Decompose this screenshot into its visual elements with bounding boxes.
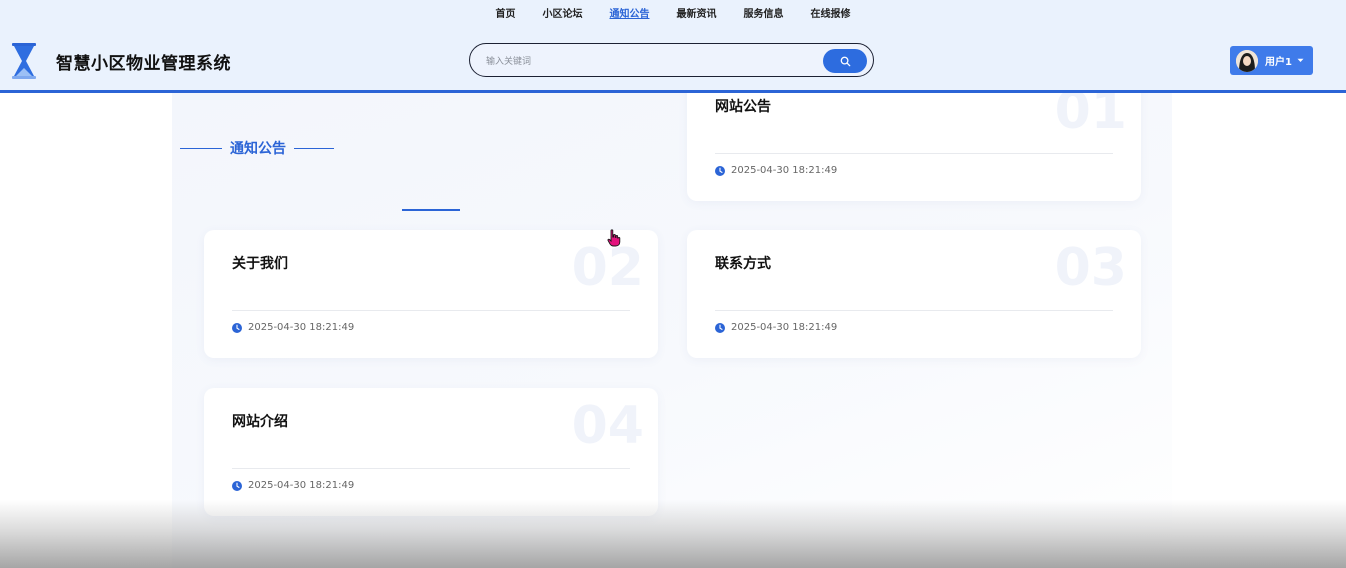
user-name-label: 用户1: [1265, 57, 1292, 68]
site-brand: 智慧小区物业管理系统: [56, 54, 231, 74]
search-bar: [469, 43, 874, 77]
card-divider: [232, 468, 630, 469]
nav-item-news[interactable]: 最新资讯: [677, 8, 717, 22]
top-nav: 首页 小区论坛 通知公告 最新资讯 服务信息 在线报修: [0, 8, 1346, 22]
chevron-down-icon: [1297, 58, 1304, 62]
page: 首页 小区论坛 通知公告 最新资讯 服务信息 在线报修 智慧小区物业管理系统 输…: [0, 0, 1346, 568]
card-title: 网站公告: [715, 99, 771, 115]
card-date: 2025-04-30 18:21:49: [715, 322, 837, 333]
title-line-left: [180, 147, 222, 149]
notice-card[interactable]: 04 网站介绍 2025-04-30 18:21:49: [204, 388, 658, 516]
card-divider: [715, 153, 1113, 154]
clock-icon: [232, 322, 242, 333]
nav-item-services[interactable]: 服务信息: [744, 8, 784, 22]
card-title: 关于我们: [232, 256, 288, 272]
card-title: 联系方式: [715, 256, 771, 272]
title-line-right: [294, 147, 334, 149]
card-divider: [232, 310, 630, 311]
section-title: 通知公告: [180, 137, 340, 159]
card-date-text: 2025-04-30 18:21:49: [248, 322, 355, 333]
section-title-text: 通知公告: [230, 141, 286, 157]
nav-item-notices[interactable]: 通知公告: [610, 8, 650, 22]
nav-item-home[interactable]: 首页: [496, 8, 516, 22]
tab-indicator: [402, 209, 460, 211]
card-date-text: 2025-04-30 18:21:49: [731, 322, 838, 333]
notice-card[interactable]: 03 联系方式 2025-04-30 18:21:49: [687, 230, 1141, 358]
card-date: 2025-04-30 18:21:49: [232, 322, 354, 333]
avatar: [1236, 49, 1258, 72]
search-icon: [840, 56, 850, 66]
card-number: 02: [571, 238, 644, 298]
card-number: 03: [1054, 238, 1127, 298]
hand-cursor-icon: [607, 229, 621, 247]
clock-icon: [715, 322, 725, 333]
card-title: 网站介绍: [232, 414, 288, 430]
nav-item-repair[interactable]: 在线报修: [811, 8, 851, 22]
user-menu-button[interactable]: 用户1: [1230, 46, 1313, 75]
search-button[interactable]: [823, 49, 867, 73]
search-input[interactable]: [484, 52, 808, 72]
clock-icon: [232, 480, 242, 491]
card-date-text: 2025-04-30 18:21:49: [731, 165, 838, 176]
card-number: 04: [571, 396, 644, 456]
card-date: 2025-04-30 18:21:49: [232, 480, 354, 491]
card-date-text: 2025-04-30 18:21:49: [248, 480, 355, 491]
header: 首页 小区论坛 通知公告 最新资讯 服务信息 在线报修 智慧小区物业管理系统 输…: [0, 0, 1346, 93]
nav-item-forum[interactable]: 小区论坛: [543, 8, 583, 22]
card-date: 2025-04-30 18:21:49: [715, 165, 837, 176]
notice-card[interactable]: 02 关于我们 2025-04-30 18:21:49: [204, 230, 658, 358]
clock-icon: [715, 165, 725, 176]
card-divider: [715, 310, 1113, 311]
hourglass-logo-icon: [12, 43, 36, 79]
